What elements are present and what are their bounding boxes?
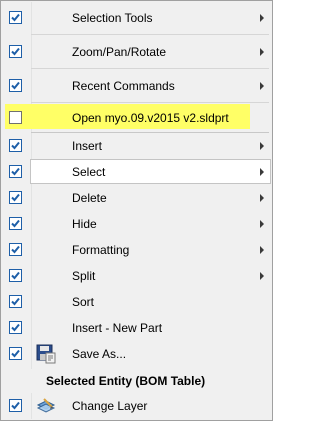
context-menu: Selection Tools Zoom/Pan/Rotate Recent C… <box>0 0 273 421</box>
menu-item-label: Select <box>72 165 106 179</box>
checkbox-checked-icon[interactable] <box>9 165 22 178</box>
menu-item-recent-commands[interactable]: Recent Commands <box>2 73 272 99</box>
section-header-label: Selected Entity (BOM Table) <box>46 374 206 388</box>
section-header-selected-entity: Selected Entity (BOM Table) <box>2 369 272 393</box>
submenu-arrow-icon <box>260 168 264 176</box>
menu-item-label: Insert <box>72 139 103 153</box>
checkbox-checked-icon[interactable] <box>9 217 22 230</box>
submenu-arrow-icon <box>260 220 264 228</box>
submenu-arrow-icon <box>260 246 264 254</box>
menu-separator <box>31 68 269 69</box>
menu-item-insert-new-part[interactable]: Insert - New Part <box>2 315 272 341</box>
checkbox-checked-icon[interactable] <box>9 243 22 256</box>
menu-item-select[interactable]: Select <box>2 159 272 185</box>
menu-item-label: Hide <box>72 217 97 231</box>
checkbox-checked-icon[interactable] <box>9 45 22 58</box>
submenu-arrow-icon <box>260 14 264 22</box>
menu-item-label: Recent Commands <box>72 79 175 93</box>
menu-item-label: Delete <box>72 191 107 205</box>
checkbox-checked-icon[interactable] <box>9 11 22 24</box>
menu-item-formatting[interactable]: Formatting <box>2 237 272 263</box>
checkbox-checked-icon[interactable] <box>9 295 22 308</box>
checkbox-unchecked-icon[interactable] <box>9 111 22 124</box>
menu-item-label: Zoom/Pan/Rotate <box>72 45 167 59</box>
checkbox-checked-icon[interactable] <box>9 347 22 360</box>
checkbox-checked-icon[interactable] <box>9 191 22 204</box>
menu-item-open-recent-file[interactable]: Open myo.09.v2015 v2.sldprt <box>2 105 272 131</box>
menu-item-label: Formatting <box>72 243 130 257</box>
menu-item-zoom-pan-rotate[interactable]: Zoom/Pan/Rotate <box>2 39 272 65</box>
change-layer-icon <box>36 396 56 416</box>
menu-item-insert[interactable]: Insert <box>2 133 272 159</box>
checkbox-checked-icon[interactable] <box>9 79 22 92</box>
submenu-arrow-icon <box>260 272 264 280</box>
save-as-icon <box>36 344 56 364</box>
menu-item-delete[interactable]: Delete <box>2 185 272 211</box>
submenu-arrow-icon <box>260 194 264 202</box>
submenu-arrow-icon <box>260 82 264 90</box>
menu-item-sort[interactable]: Sort <box>2 289 272 315</box>
checkbox-checked-icon[interactable] <box>9 269 22 282</box>
checkbox-checked-icon[interactable] <box>9 321 22 334</box>
menu-item-selection-tools[interactable]: Selection Tools <box>2 5 272 31</box>
menu-item-label: Selection Tools <box>72 11 153 25</box>
menu-item-save-as[interactable]: Save As... <box>2 341 272 367</box>
menu-item-label: Insert - New Part <box>72 321 163 335</box>
menu-item-label: Sort <box>72 295 95 309</box>
checkbox-checked-icon[interactable] <box>9 399 22 412</box>
checkbox-checked-icon[interactable] <box>9 139 22 152</box>
menu-item-label: Change Layer <box>72 399 148 413</box>
menu-item-split[interactable]: Split <box>2 263 272 289</box>
menu-item-label: Split <box>72 269 96 283</box>
submenu-arrow-icon <box>260 142 264 150</box>
menu-item-hide[interactable]: Hide <box>2 211 272 237</box>
menu-item-label: Save As... <box>72 347 127 361</box>
menu-separator <box>31 102 269 103</box>
menu-separator <box>31 34 269 35</box>
submenu-arrow-icon <box>260 48 264 56</box>
menu-item-label: Open myo.09.v2015 v2.sldprt <box>72 111 229 125</box>
menu-item-change-layer[interactable]: Change Layer <box>2 393 272 419</box>
